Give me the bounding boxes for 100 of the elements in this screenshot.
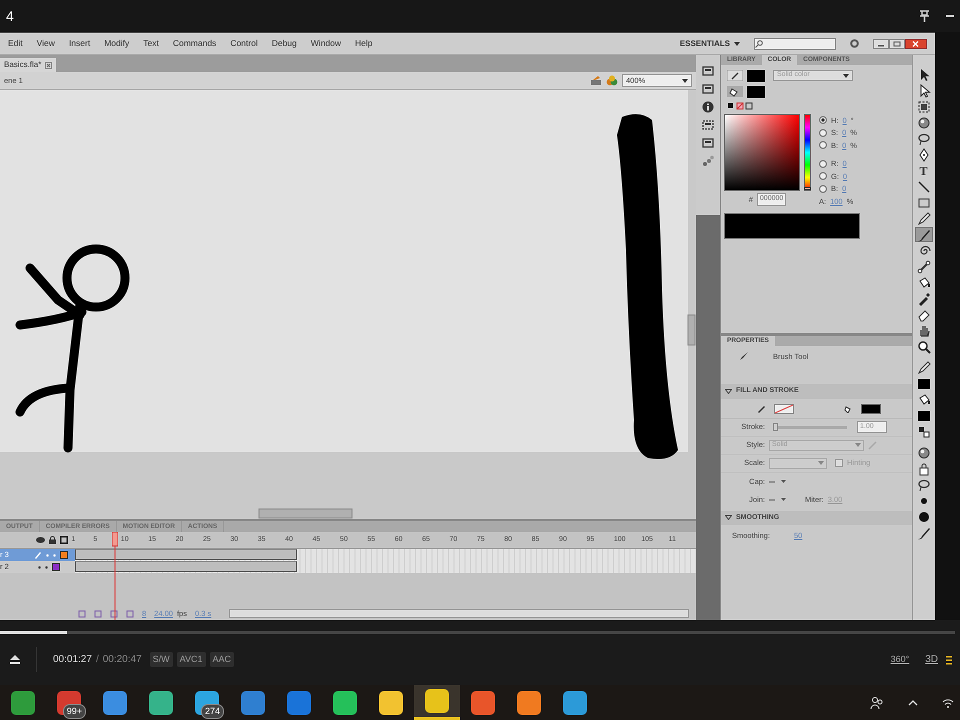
stroke-slider[interactable] <box>773 423 847 431</box>
eye-icon[interactable] <box>36 537 46 543</box>
dot-icon[interactable] <box>916 510 930 524</box>
radio-button[interactable] <box>819 141 827 150</box>
menu-item[interactable]: Control <box>230 37 258 50</box>
components-icon[interactable] <box>702 155 714 167</box>
circle-icon[interactable] <box>850 39 859 48</box>
document-tab[interactable]: Basics.fla* <box>0 58 56 72</box>
onion-skin-icon[interactable] <box>78 610 86 618</box>
info-icon[interactable] <box>702 101 714 113</box>
close-icon[interactable] <box>45 62 52 68</box>
rectangle-icon[interactable] <box>916 196 930 210</box>
cap-dropdown[interactable] <box>769 478 787 484</box>
stroke-color-swatch[interactable] <box>747 70 765 82</box>
bone-icon[interactable] <box>916 260 930 274</box>
dropper-icon[interactable] <box>916 292 930 306</box>
hue-slider[interactable] <box>804 114 811 191</box>
transform-icon[interactable] <box>916 100 930 114</box>
menu-item[interactable]: Text <box>143 37 159 50</box>
view-3d-button[interactable]: 3D <box>925 652 938 667</box>
text-tool[interactable]: T <box>914 163 932 178</box>
lasso-icon[interactable] <box>916 478 930 492</box>
menu-item[interactable]: View <box>36 37 55 50</box>
lock-icon[interactable] <box>916 462 930 476</box>
menu-item[interactable]: Window <box>310 37 342 50</box>
bucket-icon[interactable] <box>727 86 743 97</box>
taskbar-button[interactable]: 99+ <box>46 685 92 720</box>
menu-item[interactable]: Commands <box>172 37 216 50</box>
align-icon[interactable] <box>702 83 714 95</box>
lock-icon[interactable] <box>49 536 56 544</box>
minimize-button[interactable] <box>873 38 889 48</box>
pencil-icon[interactable] <box>916 212 930 226</box>
close-button[interactable] <box>905 38 927 48</box>
caret-icon <box>855 443 861 447</box>
menu-item[interactable]: Edit <box>8 37 23 50</box>
scrollbar-track[interactable] <box>229 609 690 618</box>
pin-icon[interactable] <box>919 10 930 22</box>
bucket-icon[interactable] <box>916 276 930 290</box>
workspace-switcher[interactable]: ESSENTIALS <box>680 38 740 50</box>
radio-button[interactable] <box>819 116 827 124</box>
collapse-icon[interactable] <box>725 388 732 394</box>
caret-icon <box>682 78 688 82</box>
scrollbar-thumb[interactable] <box>258 508 352 518</box>
fill-color-swatch[interactable] <box>747 86 765 98</box>
radio-button[interactable] <box>819 128 827 137</box>
pen-icon[interactable] <box>916 148 930 162</box>
view-360-button[interactable]: 360° <box>890 652 910 666</box>
progress-track[interactable] <box>0 631 955 634</box>
radio-button[interactable] <box>819 184 827 193</box>
checkbox[interactable] <box>835 459 843 467</box>
menu-item[interactable]: Modify <box>104 37 130 50</box>
slider-thumb[interactable] <box>804 187 811 190</box>
color-buttons-icon[interactable] <box>727 102 753 110</box>
menu-icon[interactable] <box>946 654 952 664</box>
menu-item[interactable]: Help <box>355 37 372 50</box>
swap-icon[interactable] <box>916 424 930 438</box>
color-swatch[interactable] <box>916 376 930 390</box>
edit-scene-icon[interactable] <box>606 75 618 86</box>
no-color-swatch[interactable] <box>774 404 794 414</box>
color-picker-field[interactable] <box>724 114 800 191</box>
edit-symbol-icon[interactable] <box>590 75 602 86</box>
eject-icon[interactable] <box>10 655 20 664</box>
sphere-icon[interactable] <box>916 446 930 460</box>
fill-color-swatch[interactable] <box>861 404 881 414</box>
radio-button[interactable] <box>819 172 827 180</box>
taskbar-button[interactable] <box>414 685 460 720</box>
search-field[interactable] <box>754 38 836 50</box>
chevron-up-icon[interactable] <box>908 700 918 706</box>
people-icon[interactable] <box>870 696 884 710</box>
scrollbar-thumb[interactable] <box>688 314 696 346</box>
menu-item[interactable]: Debug <box>272 37 297 50</box>
onion-outline-icon[interactable] <box>94 610 102 618</box>
sphere-icon[interactable] <box>916 116 930 130</box>
radio-button[interactable] <box>819 160 827 168</box>
restore-button[interactable] <box>889 38 905 48</box>
bucket-icon[interactable] <box>916 392 930 406</box>
library-icon[interactable] <box>702 65 714 77</box>
menu-item[interactable]: Insert <box>68 37 90 50</box>
slider-thumb[interactable] <box>773 423 778 431</box>
zoom-icon[interactable] <box>916 340 930 354</box>
taskbar-button[interactable]: 274 <box>184 685 230 720</box>
outline-icon[interactable] <box>60 536 68 544</box>
color-swatch[interactable] <box>916 408 930 422</box>
playhead[interactable] <box>112 532 118 620</box>
code-icon[interactable] <box>702 137 714 149</box>
brush-icon[interactable] <box>916 526 930 540</box>
edit-frames-icon[interactable] <box>110 610 118 618</box>
pencil-icon[interactable] <box>916 360 930 374</box>
minimize-icon[interactable] <box>946 14 954 18</box>
pencil-icon[interactable] <box>727 70 743 81</box>
marker-icon[interactable] <box>126 610 134 618</box>
collapse-icon[interactable] <box>725 515 732 520</box>
wifi-icon[interactable] <box>942 698 954 708</box>
eraser-icon[interactable] <box>916 308 930 322</box>
line-icon[interactable] <box>916 180 930 194</box>
brush-tool-button[interactable] <box>914 227 932 242</box>
bucket-icon <box>844 404 853 413</box>
join-dropdown[interactable] <box>769 496 787 502</box>
lasso-icon[interactable] <box>916 132 930 146</box>
transform-icon[interactable] <box>702 119 714 131</box>
